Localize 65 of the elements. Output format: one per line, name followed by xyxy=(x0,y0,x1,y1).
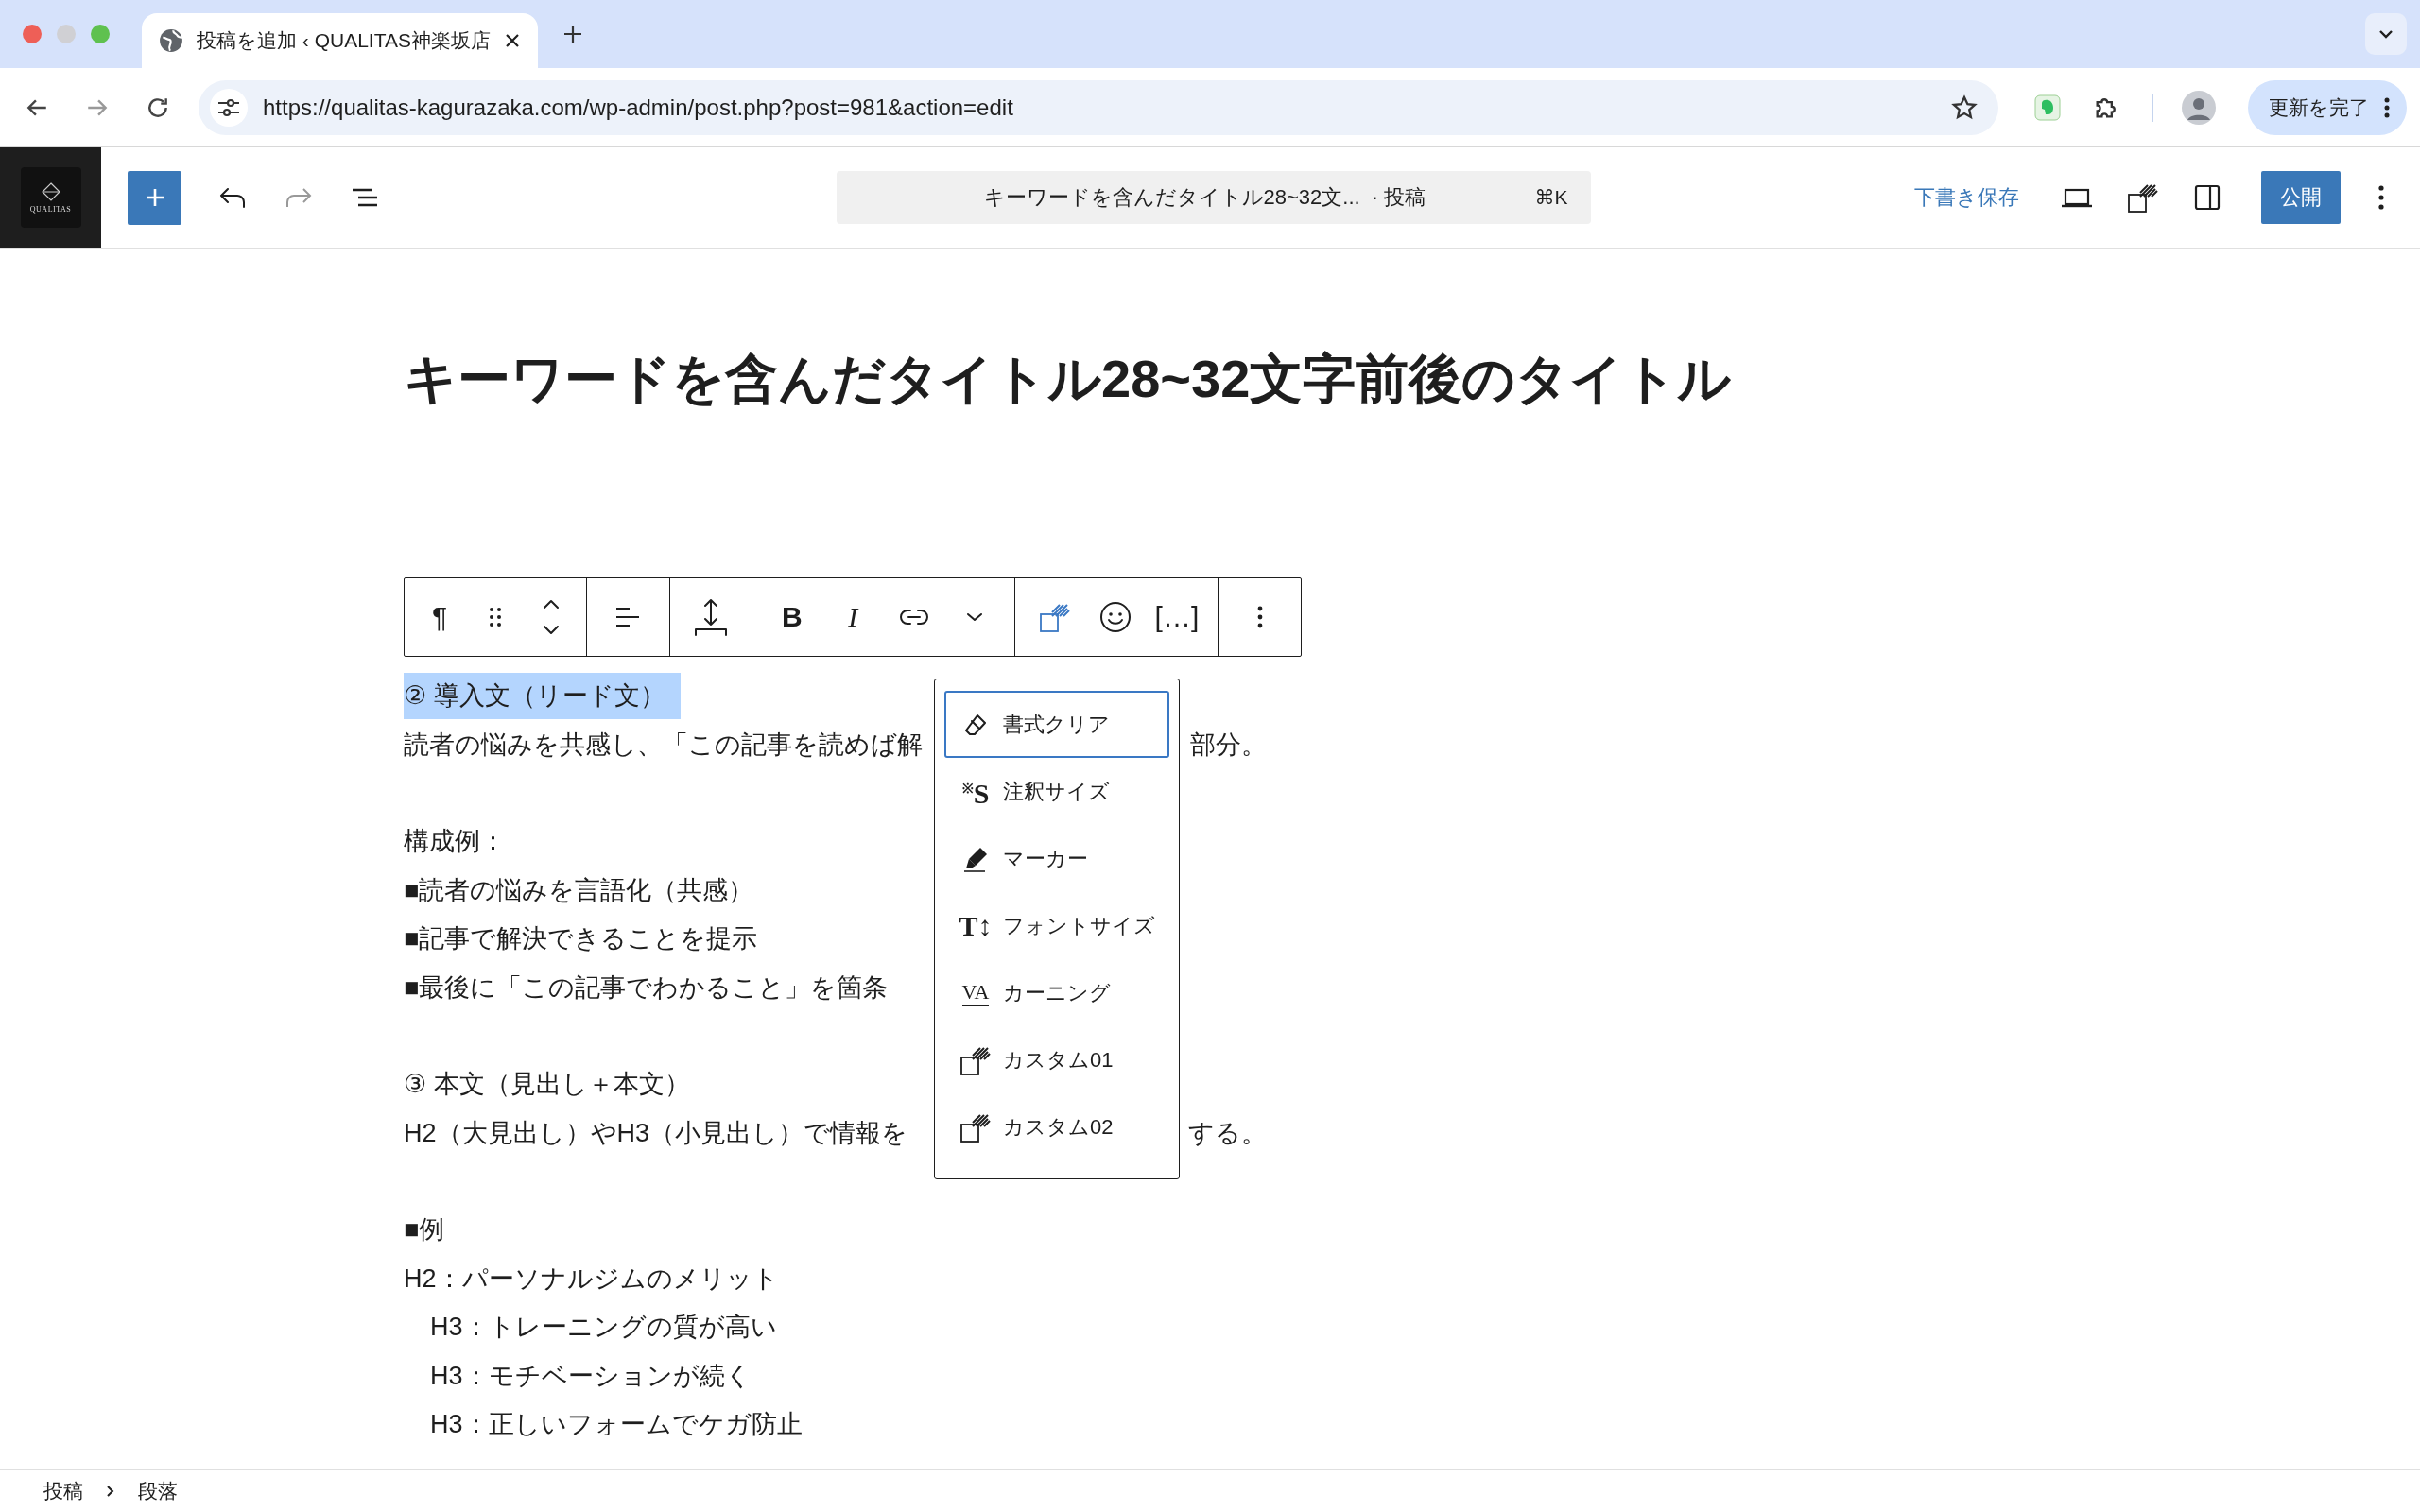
command-bar[interactable]: キーワードを含んだタイトル28~32文... · 投稿 ⌘K xyxy=(836,171,1591,224)
toolbar-glyph-button[interactable]: ¶ xyxy=(418,591,460,644)
paragraph-line: ■記事で解決できることを提示 xyxy=(404,923,758,955)
drag-handle-icon xyxy=(488,607,502,627)
chevron-down-icon xyxy=(964,611,984,623)
post-title: キーワードを含んだタイトル28~32文字前後のタイトル xyxy=(404,348,1733,410)
paragraph-line: H2：パーソナルジムのメリット xyxy=(404,1263,779,1295)
chevron-down-icon xyxy=(2378,29,2394,39)
chevron-right-icon xyxy=(106,1485,115,1498)
italic-button[interactable]: I xyxy=(832,591,874,644)
browser-tab[interactable]: 投稿を追加 ‹ QUALITAS神楽坂店 xyxy=(142,13,538,68)
breadcrumb-link[interactable]: 投稿 xyxy=(43,1478,83,1504)
menu-item[interactable]: カスタム01 xyxy=(944,1026,1169,1093)
paragraph-line: ③ 本文（見出し＋本文） xyxy=(404,1069,690,1101)
menu-item[interactable]: マーカー xyxy=(944,825,1169,892)
format-glyph-icon: $^{※}$S xyxy=(961,773,990,810)
paragraph-line: H3：正しいフォームでケガ防止 xyxy=(430,1409,803,1441)
menu-item[interactable]: $^{※}$S 注釈サイズ xyxy=(944,758,1169,825)
paragraph-line: H3：トレーニングの質が高い xyxy=(430,1312,777,1344)
vertical-align-icon xyxy=(692,597,729,637)
paragraph-line: H2（大見出し）やH3（小見出し）で情報を xyxy=(404,1117,908,1149)
link-icon xyxy=(898,607,929,627)
menu-item[interactable]: T↕ フォントサイズ xyxy=(944,892,1169,959)
update-button[interactable]: 更新を完了 xyxy=(2248,79,2407,135)
paragraph-line-end: 部分。 xyxy=(1190,729,1267,761)
diamond-icon xyxy=(41,181,60,201)
hatched-squares-icon[interactable] xyxy=(2127,181,2159,214)
site-settings-icon[interactable] xyxy=(216,96,241,118)
paragraph-line: ■最後に「この記事でわかること」を箇条 xyxy=(404,971,889,1004)
shortcut-label: ⌘K xyxy=(1534,186,1568,209)
paragraph-line: 構成例： xyxy=(404,826,506,858)
post-type-label: · 投稿 xyxy=(1371,184,1427,211)
close-window-icon[interactable] xyxy=(23,25,42,43)
avatar-icon[interactable] xyxy=(2182,90,2216,125)
menu-item[interactable]: 書式クリア xyxy=(944,691,1169,758)
menu-item[interactable]: VA カーニング xyxy=(944,959,1169,1026)
paragraph-line: ■例 xyxy=(404,1214,445,1246)
smiley-icon xyxy=(1098,600,1132,634)
publish-button[interactable]: 公開 xyxy=(2261,171,2341,224)
url-text: https://qualitas-kagurazaka.com/wp-admin/post.php?post=981&action=edit xyxy=(263,94,1013,121)
paragraph-line-end: する。 xyxy=(1188,1117,1267,1149)
command-bar-title: キーワードを含んだタイトル28~32文... xyxy=(983,184,1360,211)
close-icon[interactable] xyxy=(503,32,521,49)
eraser-icon xyxy=(963,712,988,737)
site-logo[interactable]: QUALITAS xyxy=(0,147,101,248)
format-glyph-icon: T↕ xyxy=(959,909,993,942)
globe-icon xyxy=(159,28,183,53)
breadcrumb-link[interactable]: 段落 xyxy=(138,1478,178,1504)
add-block-button[interactable] xyxy=(128,170,182,225)
star-icon[interactable] xyxy=(1951,94,1978,121)
kebab-icon xyxy=(2384,96,2390,118)
menu-item[interactable]: カスタム02 xyxy=(944,1093,1169,1160)
sidebar-icon[interactable] xyxy=(2193,183,2221,212)
kebab-icon xyxy=(1256,606,1263,628)
logo-text: QUALITAS xyxy=(29,204,72,214)
toolbar-glyph-button[interactable]: […] xyxy=(1154,591,1200,644)
paragraph-line: H3：モチベーションが続く xyxy=(430,1360,752,1392)
tab-title: 投稿を追加 ‹ QUALITAS神楽坂店 xyxy=(197,28,491,53)
paragraph-line: 読者の悩みを共感し、「この記事を読めば解 xyxy=(404,729,923,761)
more-options-icon[interactable] xyxy=(2378,185,2384,210)
paragraph-line: ■読者の悩みを言語化（共感） xyxy=(404,874,754,906)
new-tab-icon[interactable] xyxy=(562,24,583,44)
bold-button[interactable]: B xyxy=(770,591,813,644)
address-bar[interactable]: https://qualitas-kagurazaka.com/wp-admin/post.php?post=981&action=edit xyxy=(199,79,1998,135)
save-draft-link[interactable]: 下書き保存 xyxy=(1914,183,2019,212)
